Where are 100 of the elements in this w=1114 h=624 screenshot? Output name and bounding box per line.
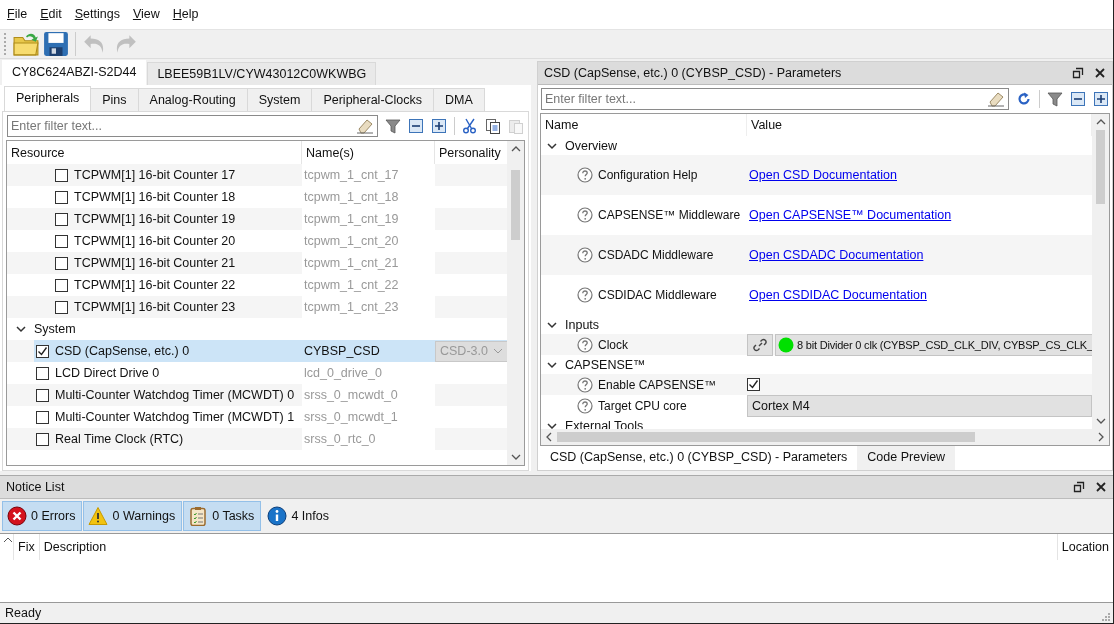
column-header[interactable]: Fix	[13, 534, 39, 561]
scrollbar[interactable]	[507, 141, 524, 466]
help-icon[interactable]	[577, 287, 593, 304]
table-row[interactable]: Multi-Counter Watchdog Timer (MCWDT) 1	[34, 406, 302, 429]
notice-filter-button[interactable]: 0 Errors	[2, 501, 83, 532]
error-icon	[7, 506, 27, 527]
help-icon[interactable]	[577, 207, 593, 224]
eraser-icon[interactable]	[356, 118, 374, 135]
resource-name: tcpwm_1_cnt_22	[303, 278, 399, 293]
checkbox[interactable]	[55, 278, 68, 292]
menu-item[interactable]: File	[2, 5, 33, 24]
link-button[interactable]	[747, 334, 773, 357]
collapse-all-icon[interactable]	[1070, 91, 1086, 108]
table-row[interactable]: TCPWM[1] 16-bit Counter 21	[53, 252, 302, 275]
tab[interactable]: DMA	[433, 88, 485, 112]
close-icon[interactable]	[1095, 481, 1107, 494]
device-tab[interactable]: LBEE59B1LV/CYW43012C0WKWBG	[147, 62, 377, 86]
scrollbar[interactable]	[541, 429, 1109, 446]
copy-icon[interactable]	[485, 118, 501, 135]
table-row[interactable]: CSD (CapSense, etc.) 0	[34, 340, 302, 363]
status-text: Ready	[5, 605, 42, 620]
resource-name: lcd_0_drive_0	[303, 366, 382, 381]
scrollbar-thumb[interactable]	[511, 169, 520, 240]
help-icon[interactable]	[577, 337, 593, 354]
restore-icon[interactable]	[1073, 481, 1085, 494]
table-row[interactable]: TCPWM[1] 16-bit Counter 22	[53, 274, 302, 297]
filter-icon[interactable]	[385, 118, 401, 135]
parameter-label: CSDADC Middleware	[598, 248, 714, 263]
notice-filter-button[interactable]: 0 Tasks	[183, 501, 262, 532]
table-row[interactable]: TCPWM[1] 16-bit Counter 20	[53, 230, 302, 253]
table-row[interactable]: TCPWM[1] 16-bit Counter 18	[53, 186, 302, 209]
documentation-link[interactable]: Open CSD Documentation	[747, 168, 897, 183]
restore-icon[interactable]	[1072, 67, 1084, 80]
collapse-all-icon[interactable]	[408, 118, 424, 135]
checkbox[interactable]	[36, 410, 49, 424]
tab[interactable]: Analog-Routing	[137, 88, 248, 112]
parameter-label: CAPSENSE™ Middleware	[598, 208, 741, 223]
tab[interactable]: Peripherals	[4, 86, 92, 112]
resource-label: Multi-Counter Watchdog Timer (MCWDT) 1	[55, 410, 295, 425]
table-row[interactable]: Multi-Counter Watchdog Timer (MCWDT) 0	[34, 384, 302, 407]
parameter-label: Configuration Help	[598, 168, 698, 183]
checkbox[interactable]	[55, 212, 68, 226]
checkbox[interactable]	[36, 344, 49, 358]
checkbox[interactable]	[36, 432, 49, 446]
check-icon	[37, 345, 48, 357]
value-dropdown[interactable]: Cortex M4	[747, 395, 1092, 418]
checkbox[interactable]	[55, 234, 68, 248]
tab[interactable]: Pins	[90, 88, 139, 112]
menu-item[interactable]: View	[127, 5, 165, 24]
refresh-icon[interactable]	[1016, 91, 1032, 108]
filter-field[interactable]: Enter filter text...	[7, 115, 378, 138]
table-row[interactable]: TCPWM[1] 16-bit Counter 23	[53, 296, 302, 319]
scrollbar-thumb[interactable]	[557, 432, 976, 443]
resource-label: Real Time Clock (RTC)	[55, 432, 184, 447]
help-icon[interactable]	[577, 398, 593, 415]
menu-item[interactable]: Help	[167, 5, 204, 24]
menu-item[interactable]: Edit	[35, 5, 67, 24]
device-tab[interactable]: CY8C624ABZI-S2D44	[2, 60, 147, 86]
documentation-link[interactable]: Open CSDADC Documentation	[747, 248, 924, 263]
notice-filter-button[interactable]: 4 Infos	[262, 501, 336, 532]
warning-icon	[88, 506, 109, 527]
column-header[interactable]: Description	[38, 534, 1057, 561]
eraser-icon[interactable]	[987, 91, 1005, 108]
checkbox[interactable]	[55, 256, 68, 270]
close-icon[interactable]	[1094, 67, 1106, 80]
table-row[interactable]: LCD Direct Drive 0	[34, 362, 302, 385]
expand-all-icon[interactable]	[431, 118, 447, 135]
tab[interactable]: Peripheral-Clocks	[311, 88, 435, 112]
tab[interactable]: Code Preview	[857, 446, 956, 471]
checkbox[interactable]	[36, 366, 49, 380]
checkbox[interactable]	[747, 378, 760, 392]
filter-field[interactable]: Enter filter text...	[541, 88, 1009, 111]
table-row[interactable]: TCPWM[1] 16-bit Counter 19	[53, 208, 302, 231]
table-row[interactable]: TCPWM[1] 16-bit Counter 17	[53, 164, 302, 187]
parameter-label: CSDIDAC Middleware	[598, 288, 717, 303]
documentation-link[interactable]: Open CAPSENSE™ Documentation	[747, 208, 952, 223]
scrollbar-thumb[interactable]	[1096, 130, 1105, 204]
help-icon[interactable]	[577, 376, 593, 393]
scissors-icon[interactable]	[462, 118, 478, 135]
tab[interactable]: System	[246, 88, 313, 112]
checkbox[interactable]	[55, 300, 68, 314]
resource-label: TCPWM[1] 16-bit Counter 23	[74, 300, 236, 315]
resize-grip-icon[interactable]	[1100, 611, 1110, 621]
checkbox[interactable]	[36, 388, 49, 402]
column-header[interactable]: Location	[1056, 534, 1113, 561]
filter-icon[interactable]	[1047, 91, 1063, 108]
menu-item[interactable]: Settings	[69, 5, 125, 24]
documentation-link[interactable]: Open CSDIDAC Documentation	[747, 288, 927, 303]
help-icon[interactable]	[577, 167, 593, 184]
panel-title: Notice List	[6, 480, 65, 495]
checkbox[interactable]	[55, 168, 68, 182]
section-label: CAPSENSE™	[565, 357, 646, 372]
column-header[interactable]: Name	[541, 114, 747, 137]
resource-label: TCPWM[1] 16-bit Counter 20	[74, 234, 236, 249]
expand-all-icon[interactable]	[1093, 91, 1109, 108]
help-icon[interactable]	[577, 247, 593, 264]
scrollbar[interactable]	[1092, 114, 1109, 430]
notice-filter-button[interactable]: 0 Warnings	[83, 501, 183, 532]
checkbox[interactable]	[55, 190, 68, 204]
table-row[interactable]: Real Time Clock (RTC)	[34, 428, 302, 451]
